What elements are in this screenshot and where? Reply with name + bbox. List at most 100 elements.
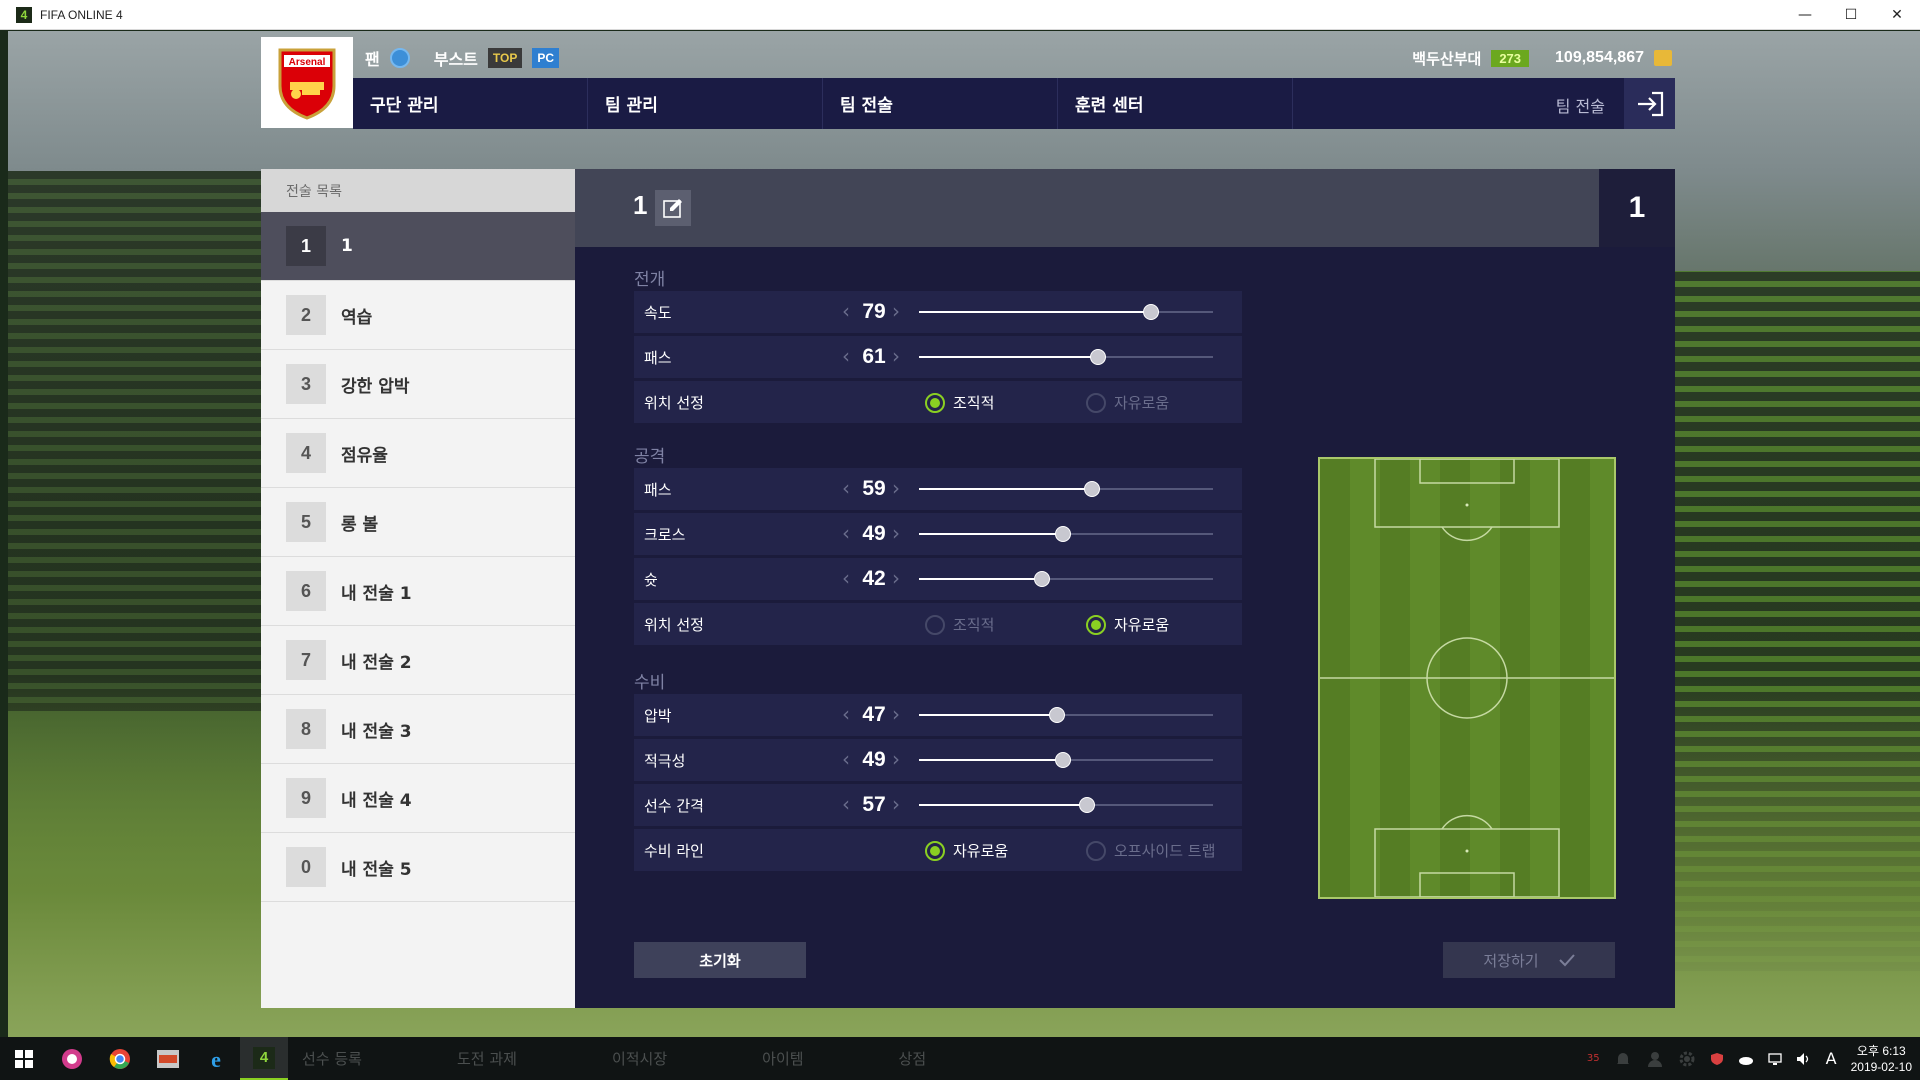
slider-knob[interactable] xyxy=(1034,571,1051,587)
decrease-arrow-icon[interactable]: ‹ xyxy=(842,299,850,323)
decrease-arrow-icon[interactable]: ‹ xyxy=(842,566,850,590)
network-icon[interactable] xyxy=(1768,1052,1782,1066)
decrease-arrow-icon[interactable]: ‹ xyxy=(842,792,850,816)
tactic-item-9[interactable]: 9 내 전술 4 xyxy=(261,764,575,833)
slider-knob[interactable] xyxy=(1055,752,1072,768)
slider-knob[interactable] xyxy=(1143,304,1160,320)
taskbar-app-media[interactable] xyxy=(144,1037,192,1080)
volume-icon[interactable] xyxy=(1796,1052,1812,1066)
tactic-item-7[interactable]: 7 내 전술 2 xyxy=(261,626,575,695)
exit-button[interactable] xyxy=(1624,78,1675,129)
slider-knob[interactable] xyxy=(1078,797,1095,813)
slider-track[interactable] xyxy=(919,526,1213,542)
top-badge: TOP xyxy=(487,48,523,68)
radio-free[interactable]: 자유로움 xyxy=(925,840,1008,861)
ime-indicator[interactable]: A xyxy=(1826,1049,1837,1068)
edit-name-button[interactable] xyxy=(655,190,691,226)
tactic-item-0[interactable]: 0 내 전술 5 xyxy=(261,833,575,902)
close-button[interactable]: ✕ xyxy=(1874,0,1920,30)
bell-icon[interactable] xyxy=(1614,1050,1632,1068)
slider-knob[interactable] xyxy=(1090,349,1107,365)
taskbar-app-chrome[interactable] xyxy=(96,1037,144,1080)
slider-track[interactable] xyxy=(919,481,1213,497)
radio-row-buildup-positioning: 위치 선정 조직적 자유로움 xyxy=(634,381,1242,423)
slider-label: 적극성 xyxy=(644,751,686,770)
decrease-arrow-icon[interactable]: ‹ xyxy=(842,521,850,545)
slider-knob[interactable] xyxy=(1084,481,1101,497)
club-crest[interactable]: Arsenal xyxy=(261,37,353,128)
menu-transfer-market[interactable]: 이적시장 xyxy=(612,1048,667,1069)
radio-organized[interactable]: 조직적 xyxy=(925,392,994,413)
cloud-icon[interactable] xyxy=(1738,1052,1754,1066)
app-icon: 4 xyxy=(16,6,32,23)
menu-player-registration[interactable]: 선수 등록 xyxy=(302,1048,362,1069)
taskbar-app-ie[interactable]: e xyxy=(192,1037,240,1080)
slider-fill xyxy=(919,488,1093,490)
tactic-item-label: 내 전술 1 xyxy=(341,583,412,604)
save-button[interactable]: 저장하기 xyxy=(1443,942,1615,978)
slider-track[interactable] xyxy=(919,707,1213,723)
minimize-button[interactable]: — xyxy=(1782,0,1828,30)
increase-arrow-icon[interactable]: › xyxy=(892,702,900,726)
increase-arrow-icon[interactable]: › xyxy=(892,521,900,545)
slider-label: 패스 xyxy=(644,480,672,499)
radio-free[interactable]: 자유로움 xyxy=(1086,392,1169,413)
radio-circle-icon xyxy=(1086,840,1106,861)
radio-circle-icon xyxy=(1086,614,1106,635)
slider-track[interactable] xyxy=(919,304,1213,320)
slider-knob[interactable] xyxy=(1055,526,1072,542)
team-name: 백두산부대 xyxy=(1412,49,1482,68)
increase-arrow-icon[interactable]: › xyxy=(892,792,900,816)
increase-arrow-icon[interactable]: › xyxy=(892,747,900,771)
decrease-arrow-icon[interactable]: ‹ xyxy=(842,344,850,368)
checkmark-icon xyxy=(1558,954,1575,967)
radio-organized[interactable]: 조직적 xyxy=(925,614,994,635)
settings-gear-icon[interactable] xyxy=(1678,1050,1696,1068)
tactic-item-1[interactable]: 1 1 xyxy=(261,212,575,281)
window-title-bar: 4 FIFA ONLINE 4 — ☐ ✕ xyxy=(0,0,1920,30)
radio-circle-icon xyxy=(1086,392,1106,413)
tactic-item-4[interactable]: 4 점유율 xyxy=(261,419,575,488)
person-icon[interactable] xyxy=(1646,1050,1664,1068)
menu-items[interactable]: 아이템 xyxy=(762,1048,803,1069)
radio-row-defense-line: 수비 라인 자유로움 오프사이드 트랩 xyxy=(634,829,1242,871)
windows-start-button[interactable] xyxy=(0,1037,48,1080)
tactic-item-5[interactable]: 5 롱 볼 xyxy=(261,488,575,557)
nav-tab-team-tactics[interactable]: 팀 전술 xyxy=(823,78,1058,129)
nav-tab-team-management[interactable]: 팀 관리 xyxy=(588,78,823,129)
radio-free[interactable]: 자유로움 xyxy=(1086,614,1169,635)
security-shield-icon[interactable] xyxy=(1710,1052,1724,1066)
tactic-item-8[interactable]: 8 내 전술 3 xyxy=(261,695,575,764)
increase-arrow-icon[interactable]: › xyxy=(892,299,900,323)
nav-tab-training-center[interactable]: 훈련 센터 xyxy=(1058,78,1293,129)
radio-circle-icon xyxy=(925,614,945,635)
slider-track[interactable] xyxy=(919,349,1213,365)
menu-challenges[interactable]: 도전 과제 xyxy=(457,1048,517,1069)
tactic-item-2[interactable]: 2 역습 xyxy=(261,281,575,350)
slider-track[interactable] xyxy=(919,571,1213,587)
taskbar-clock[interactable]: 오후 6:13 2019-02-10 xyxy=(1851,1043,1912,1075)
tactic-item-6[interactable]: 6 내 전술 1 xyxy=(261,557,575,626)
tactic-item-label: 강한 압박 xyxy=(341,376,410,397)
menu-shop[interactable]: 상점 xyxy=(899,1048,927,1069)
taskbar-app-chat[interactable] xyxy=(48,1037,96,1080)
increase-arrow-icon[interactable]: › xyxy=(892,476,900,500)
slider-track[interactable] xyxy=(919,752,1213,768)
fan-icon[interactable] xyxy=(389,48,410,68)
radio-row-label: 수비 라인 xyxy=(644,841,704,860)
section-title-buildup: 전개 xyxy=(634,270,666,290)
decrease-arrow-icon[interactable]: ‹ xyxy=(842,747,850,771)
increase-arrow-icon[interactable]: › xyxy=(892,344,900,368)
tactic-item-3[interactable]: 3 강한 압박 xyxy=(261,350,575,419)
maximize-button[interactable]: ☐ xyxy=(1828,0,1874,30)
slider-fill xyxy=(919,533,1064,535)
decrease-arrow-icon[interactable]: ‹ xyxy=(842,702,850,726)
increase-arrow-icon[interactable]: › xyxy=(892,566,900,590)
decrease-arrow-icon[interactable]: ‹ xyxy=(842,476,850,500)
slider-knob[interactable] xyxy=(1049,707,1066,723)
nav-tab-club-management[interactable]: 구단 관리 xyxy=(353,78,588,129)
reset-button[interactable]: 초기화 xyxy=(634,942,806,978)
taskbar-app-fifa[interactable]: 4 xyxy=(240,1037,288,1080)
slider-track[interactable] xyxy=(919,797,1213,813)
radio-offside-trap[interactable]: 오프사이드 트랩 xyxy=(1086,840,1215,861)
